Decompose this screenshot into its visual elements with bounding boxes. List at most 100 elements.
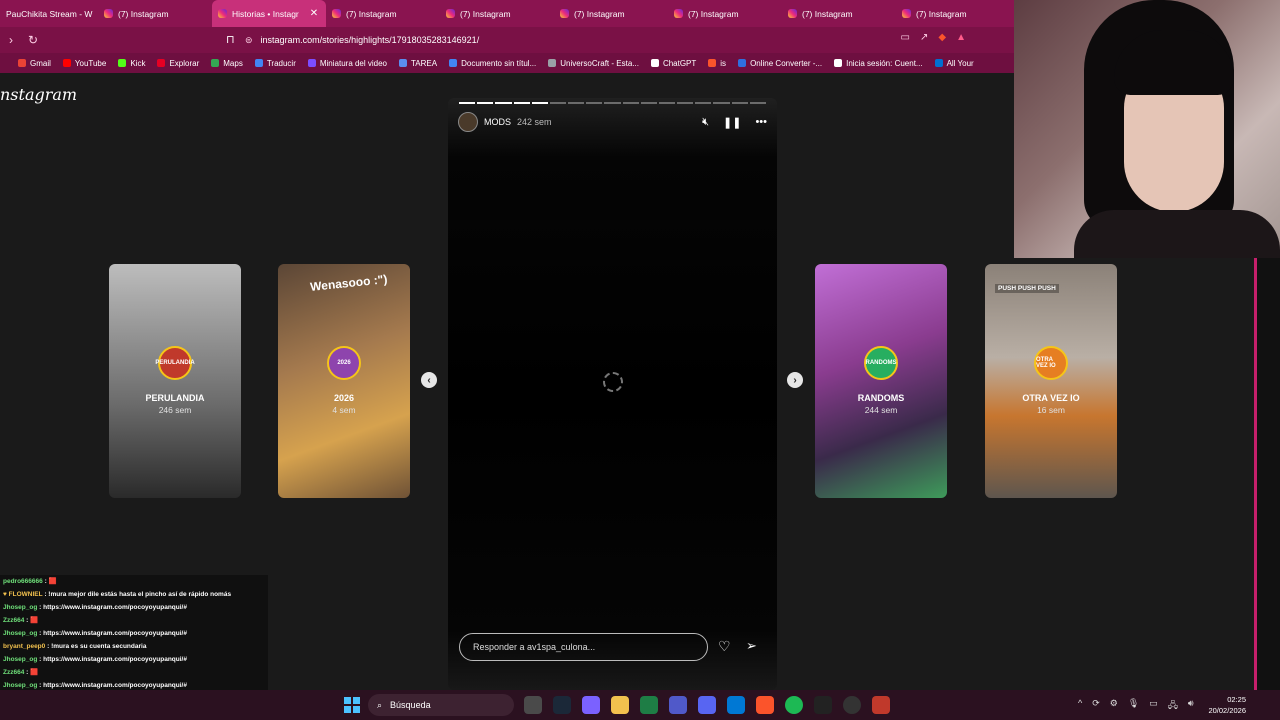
- bookmark-item[interactable]: Gmail: [18, 59, 51, 68]
- spotify-icon[interactable]: [785, 696, 803, 714]
- bookmark-label: YouTube: [74, 58, 107, 68]
- story-card-2026[interactable]: Wenasooo :") 2026 2026 4 sem: [278, 264, 410, 498]
- bookmark-item[interactable]: is: [708, 59, 726, 68]
- story-owner-avatar[interactable]: [458, 112, 478, 132]
- progress-segment: [549, 102, 567, 104]
- obs-icon[interactable]: [814, 696, 832, 714]
- copilot-icon[interactable]: [582, 696, 600, 714]
- active-story[interactable]: MODS 242 sem 🔇︎ ❚❚ ••• Responder a av1sp…: [448, 98, 777, 690]
- task-view-icon[interactable]: [524, 696, 542, 714]
- browser-tab[interactable]: (7) Instagram: [440, 0, 554, 27]
- instagram-logo[interactable]: nstagram: [0, 85, 77, 104]
- previous-story-button[interactable]: ‹: [421, 372, 437, 388]
- browser-tab[interactable]: (7) Instagram: [668, 0, 782, 27]
- chrome-icon[interactable]: [843, 696, 861, 714]
- story-card-otra-vez-io[interactable]: PUSH PUSH PUSH OTRA VEZ IO OTRA VEZ IO 1…: [985, 264, 1117, 498]
- bookmark-item[interactable]: ChatGPT: [650, 59, 696, 68]
- story-timestamp: 242 sem: [517, 117, 552, 127]
- story-name: RANDOMS: [857, 393, 905, 403]
- volume-icon[interactable]: 🔊︎: [1188, 698, 1194, 714]
- browser-tab[interactable]: PauChikita Stream - W: [0, 0, 98, 27]
- share-icon[interactable]: ↗: [920, 32, 928, 43]
- chat-message: pedro666666 : 🟥: [0, 575, 268, 588]
- pause-icon[interactable]: ❚❚: [723, 116, 741, 129]
- steam-icon[interactable]: [553, 696, 571, 714]
- story-controls: 🔇︎ ❚❚ •••: [702, 116, 767, 129]
- story-highlight-name[interactable]: MODS: [484, 117, 511, 127]
- send-icon[interactable]: ➢: [746, 638, 757, 654]
- taskbar-search-label: Búsqueda: [390, 700, 431, 710]
- bookmark-item[interactable]: Maps: [211, 59, 243, 68]
- bookmark-item[interactable]: Online Converter -...: [738, 59, 822, 68]
- bookmark-item[interactable]: Kick: [118, 59, 145, 68]
- bookmark-label: is: [720, 58, 727, 68]
- chat-text: : !mura es su cuenta secundaria: [47, 643, 147, 650]
- microphone-icon[interactable]: 🎙︎: [1128, 698, 1139, 714]
- bookmark-item[interactable]: UniversoCraft - Esta...: [548, 59, 639, 68]
- bookmark-item[interactable]: Explorar: [157, 59, 199, 68]
- bookmark-label: Traducir: [266, 58, 296, 68]
- windows-start-icon[interactable]: [344, 697, 360, 713]
- discord-icon[interactable]: [698, 696, 716, 714]
- more-options-icon[interactable]: •••: [755, 116, 767, 128]
- instagram-icon: [788, 9, 797, 18]
- story-overlay-text: PUSH PUSH PUSH: [995, 284, 1059, 293]
- browser-tab[interactable]: (7) Instagram: [896, 0, 1010, 27]
- story-overlay-text: Wenasooo :"): [309, 271, 388, 295]
- close-tab-icon[interactable]: ✕: [310, 8, 318, 19]
- story-card-perulandia[interactable]: PERULANDIA PERULANDIA 246 sem: [109, 264, 241, 498]
- browser-tab[interactable]: Historias • Instagr ✕: [212, 0, 326, 27]
- bookmark-item[interactable]: Documento sin títul...: [449, 59, 536, 68]
- system-clock[interactable]: 02:25 20/02/2026: [1200, 694, 1246, 716]
- bookmark-item[interactable]: YouTube: [62, 58, 107, 68]
- bookmark-item[interactable]: Miniatura del video: [307, 59, 387, 68]
- instagram-icon: [218, 9, 227, 18]
- browser-tab[interactable]: (7) Instagram: [98, 0, 212, 27]
- chevron-up-icon[interactable]: ^: [1078, 698, 1082, 714]
- muted-speaker-icon[interactable]: 🔇︎: [702, 116, 709, 129]
- story-name: 2026: [333, 393, 355, 403]
- bookmark-item[interactable]: All Your: [934, 59, 974, 68]
- screen-cast-icon[interactable]: ▭: [901, 32, 910, 43]
- network-icon[interactable]: 🖧︎: [1168, 698, 1178, 714]
- bookmark-item[interactable]: Traducir: [254, 58, 296, 68]
- reply-input[interactable]: Responder a av1spa_culona...: [459, 633, 708, 661]
- spreadsheet-icon[interactable]: [640, 696, 658, 714]
- bookmark-favicon-icon: [399, 59, 408, 67]
- app-icon[interactable]: [872, 696, 890, 714]
- reload-icon[interactable]: ↻: [22, 33, 44, 47]
- next-story-button[interactable]: ›: [787, 372, 803, 388]
- sync-icon[interactable]: ⟳: [1092, 698, 1100, 714]
- brave-icon[interactable]: [756, 696, 774, 714]
- site-info-icon[interactable]: ⊜: [245, 35, 253, 46]
- browser-tab[interactable]: (7) Instagram: [782, 0, 896, 27]
- bookmark-item[interactable]: TAREA: [399, 59, 437, 68]
- rewards-icon[interactable]: ▲: [956, 32, 966, 43]
- store-icon[interactable]: [727, 696, 745, 714]
- progress-segment: [586, 102, 603, 104]
- settings-icon[interactable]: ⚙: [1110, 698, 1118, 714]
- tab-label: (7) Instagram: [688, 8, 739, 19]
- like-heart-icon[interactable]: ♡: [718, 638, 731, 655]
- teams-icon[interactable]: [669, 696, 687, 714]
- forward-icon[interactable]: ›: [0, 33, 22, 47]
- file-explorer-icon[interactable]: [611, 696, 629, 714]
- chat-text: : 🟥: [26, 617, 39, 624]
- taskbar-search[interactable]: ⌕ Búsqueda: [368, 694, 514, 716]
- bookmark-item[interactable]: Inicia sesión: Cuent...: [834, 58, 923, 68]
- chat-username: Jhosep_og: [3, 682, 38, 689]
- brave-shield-icon[interactable]: ◆: [938, 32, 946, 43]
- browser-tab[interactable]: (7) Instagram: [326, 0, 440, 27]
- url-field[interactable]: ⊜ instagram.com/stories/highlights/17918…: [245, 31, 975, 49]
- chat-text: : https://www.instagram.com/pocoyoyupanq…: [39, 682, 187, 689]
- bookmark-favicon-icon: [449, 59, 458, 67]
- address-bar-row: › ↻ ⊓ ⊜ instagram.com/stories/highlights…: [0, 27, 1014, 53]
- browser-tab[interactable]: (7) Instagram: [554, 0, 668, 27]
- bookmark-icon[interactable]: ⊓: [226, 33, 235, 46]
- bookmark-label: Inicia sesión: Cuent...: [846, 58, 923, 68]
- story-card-randoms[interactable]: RANDOMS RANDOMS 244 sem: [815, 264, 947, 498]
- bookmark-label: Kick: [130, 58, 146, 68]
- bookmark-favicon-icon: [211, 59, 220, 67]
- display-icon[interactable]: ▭: [1149, 698, 1158, 714]
- progress-segment: [677, 102, 694, 104]
